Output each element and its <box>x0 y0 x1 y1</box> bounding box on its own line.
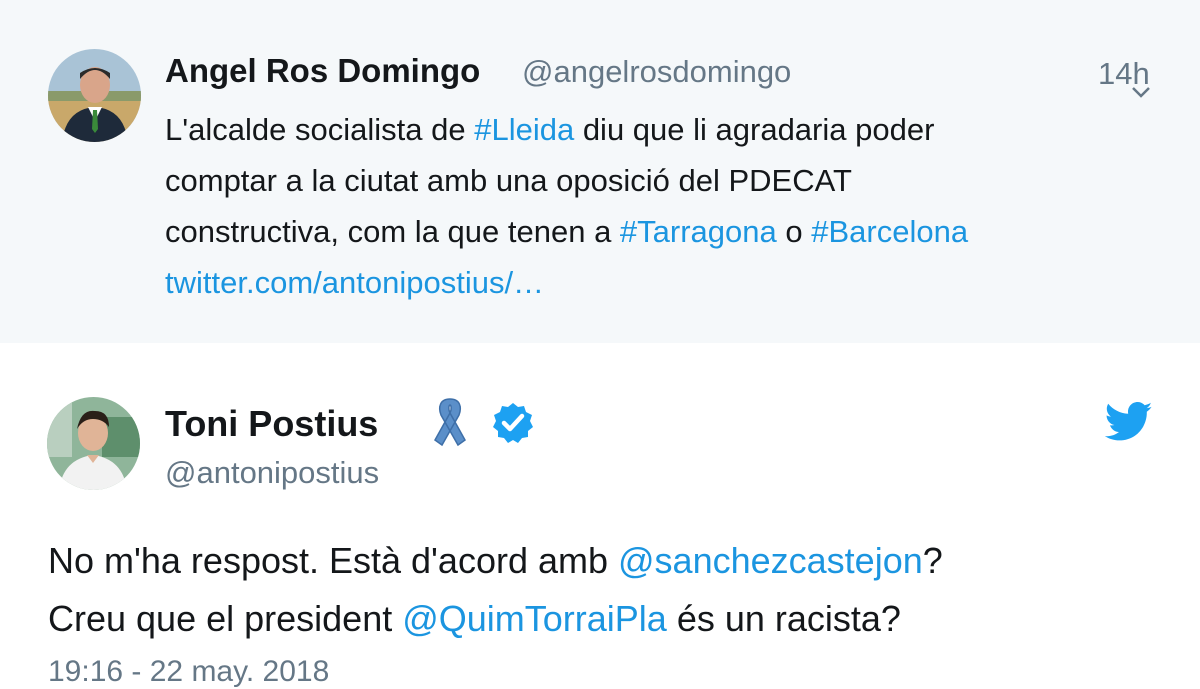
text-line: comptar a la ciutat amb una oposició del… <box>165 155 1155 206</box>
main-tweet-text: No m'ha respost. Està d'acord amb @sanch… <box>48 532 1158 648</box>
chevron-down-icon[interactable] <box>1131 86 1151 98</box>
text-run: comptar a la ciutat amb una oposició del… <box>165 163 852 198</box>
text-line: No m'ha respost. Està d'acord amb @sanch… <box>48 532 1158 590</box>
text-run: constructiva, com la que tenen a <box>165 214 620 249</box>
main-author-name[interactable]: Toni Postius <box>165 403 378 445</box>
text-line: L'alcalde socialista de #Lleida diu que … <box>165 104 1155 155</box>
quoted-tweet-text: L'alcalde socialista de #Lleida diu que … <box>165 104 1155 308</box>
mention-link[interactable]: @QuimTorraiPla <box>402 598 667 639</box>
url-link[interactable]: twitter.com/antonipostius/… <box>165 265 544 300</box>
tweet-timestamp[interactable]: 19:16 - 22 may. 2018 <box>48 655 329 689</box>
text-line: twitter.com/antonipostius/… <box>165 257 1155 308</box>
text-line: constructiva, com la que tenen a #Tarrag… <box>165 206 1155 257</box>
hashtag-link[interactable]: #Lleida <box>474 112 574 147</box>
quoted-author-name[interactable]: Angel Ros Domingo <box>165 52 480 90</box>
verified-icon <box>493 403 533 443</box>
text-line: Creu que el president @QuimTorraiPla és … <box>48 590 1158 648</box>
angel-ros-avatar[interactable] <box>48 49 141 142</box>
hashtag-link[interactable]: #Barcelona <box>811 214 968 249</box>
ribbon-icon <box>434 398 466 447</box>
text-run: No m'ha respost. Està d'acord amb <box>48 540 619 581</box>
mention-link[interactable]: @sanchezcastejon <box>618 540 923 581</box>
main-author-handle[interactable]: @antonipostius <box>165 455 379 491</box>
hashtag-link[interactable]: #Tarragona <box>620 214 777 249</box>
twitter-bird-icon[interactable] <box>1105 402 1153 442</box>
quoted-author-handle[interactable]: @angelrosdomingo <box>522 54 791 90</box>
text-run: L'alcalde socialista de <box>165 112 475 147</box>
text-run: és un racista? <box>666 598 901 639</box>
text-run: diu que li agradaria poder <box>574 112 935 147</box>
quoted-tweet-card[interactable]: Angel Ros Domingo @angelrosdomingo 14h L… <box>0 0 1200 343</box>
text-run: Creu que el president <box>48 598 403 639</box>
text-run: o <box>776 214 812 249</box>
toni-postius-avatar[interactable] <box>47 397 140 490</box>
text-run: ? <box>922 540 943 581</box>
